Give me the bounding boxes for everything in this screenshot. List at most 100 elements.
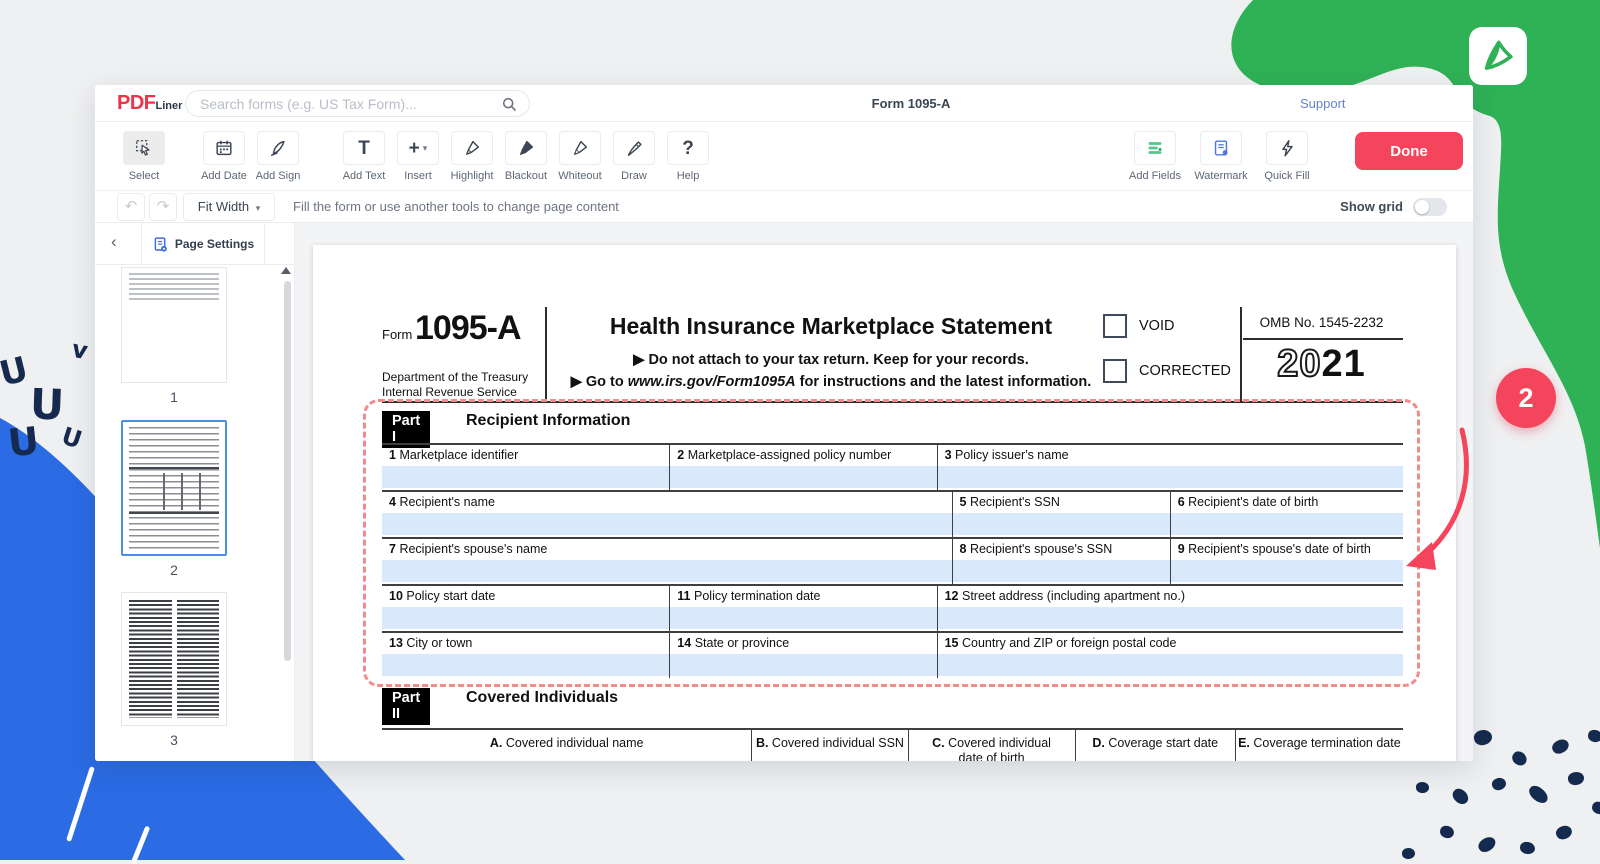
sidebar-scrollbar[interactable] [284,281,291,661]
tool-whiteout[interactable]: Whiteout [553,131,607,182]
add-fields-icon [1145,138,1165,158]
tool-add-sign[interactable]: Add Sign [251,131,305,182]
part2-box: Part II [382,688,430,725]
tool-select[interactable]: Select [117,131,171,182]
search-input[interactable] [200,91,495,116]
page-settings-icon [152,236,169,253]
editor-content: ‹ Page Settings 1 [95,223,1473,761]
input-field-9[interactable] [1171,560,1403,582]
input-field-6[interactable] [1171,513,1403,535]
show-grid-toggle[interactable] [1413,198,1447,216]
input-field-15[interactable] [938,654,1403,676]
step-arrow [1398,420,1482,580]
paint-mark-decoration: U [6,419,41,466]
page-number-3: 3 [121,732,227,748]
dot-decoration [1401,847,1415,860]
scroll-up-arrow[interactable] [281,267,291,274]
tool-watermark[interactable]: Watermark [1194,131,1248,182]
tool-add-date[interactable]: Add Date [197,131,251,182]
void-checkbox[interactable] [1103,314,1127,338]
plus-icon: + [409,139,420,158]
table-row: 7 Recipient's spouse's name 8 Recipient'… [382,537,1403,584]
logo-liner-text: Liner [156,100,183,112]
dot-decoration [1519,841,1536,855]
input-field-14[interactable] [670,654,936,676]
toolbar: Select Add Date Add Sign [95,122,1473,190]
dept-line-1: Department of the Treasury [382,370,528,384]
step-badge: 2 [1496,368,1556,428]
page-thumbnail-1[interactable] [121,267,227,383]
pdf-page: Form 1095-A Health Insurance Marketplace… [313,245,1456,761]
tool-blackout[interactable]: Blackout [499,131,553,182]
app-window: PDFLiner Form 1095-A Support Select [95,85,1473,761]
tool-quick-fill[interactable]: Quick Fill [1260,131,1314,182]
table-row: 10 Policy start date 11 Policy terminati… [382,584,1403,631]
part1-table: 1 Marketplace identifier 2 Marketplace-a… [382,443,1403,678]
input-field-2[interactable] [670,466,936,488]
corrected-checkbox[interactable] [1103,359,1127,383]
page-thumbnail-3[interactable] [121,592,227,726]
form-note-1: ▶ Do not attach to your tax return. Keep… [553,352,1109,368]
form-title: Health Insurance Marketplace Statement [553,313,1109,340]
table-row: 4 Recipient's name 5 Recipient's SSN 6 R… [382,490,1403,537]
input-field-10[interactable] [382,607,669,629]
dot-decoration [1554,823,1574,842]
page-settings-tab[interactable]: Page Settings [141,223,265,265]
tool-add-fields[interactable]: Add Fields [1128,131,1182,182]
redo-button[interactable]: ↷ [149,193,177,221]
text-icon: T [358,139,370,158]
table-row: 13 City or town 14 State or province 15 … [382,631,1403,678]
page-number-1: 1 [121,389,227,405]
page-thumbnail-2-selected[interactable] [121,420,227,556]
calendar-icon [214,138,234,158]
search-bar[interactable] [185,90,530,117]
acrobat-logo-icon [1469,27,1527,85]
form-word: Form [382,327,412,342]
chevron-down-icon: ▾ [256,203,261,213]
pages-sidebar: ‹ Page Settings 1 [95,223,295,761]
lightning-icon [1277,138,1297,158]
input-field-4[interactable] [382,513,952,535]
watermark-icon [1211,138,1231,158]
support-link[interactable]: Support [1300,96,1346,111]
select-cursor-icon [134,138,154,158]
done-button[interactable]: Done [1355,132,1463,170]
input-field-3[interactable] [938,466,1403,488]
dot-decoration [1476,834,1498,855]
dot-decoration [1439,824,1456,839]
hint-text: Fill the form or use another tools to ch… [293,191,619,222]
pdfliner-logo[interactable]: PDFLiner [117,92,182,115]
input-field-11[interactable] [670,607,936,629]
collapse-sidebar-button[interactable]: ‹ [111,232,117,252]
input-field-8[interactable] [953,560,1170,582]
chevron-down-icon: ▾ [423,143,428,154]
tool-highlight[interactable]: Highlight [445,131,499,182]
dept-line-2: Internal Revenue Service [382,385,517,399]
tool-add-text[interactable]: T Add Text [337,131,391,182]
document-title: Form 1095-A [872,96,951,111]
zoom-mode-dropdown[interactable]: Fit Width ▾ [183,193,275,221]
sub-toolbar: ↶ ↷ Fit Width ▾ Fill the form or use ano… [95,190,1473,223]
app-header: PDFLiner Form 1095-A Support [95,85,1473,122]
page-number-2: 2 [121,562,227,578]
dot-decoration [1590,800,1600,816]
void-label: VOID [1139,318,1174,334]
highlight-brush-icon [462,138,482,158]
input-field-13[interactable] [382,654,669,676]
input-field-1[interactable] [382,466,669,488]
question-icon: ? [682,139,694,158]
tool-help[interactable]: ? Help [661,131,715,182]
logo-pdf-text: PDF [117,92,156,114]
input-field-12[interactable] [938,607,1403,629]
draw-pen-icon [624,138,644,158]
form-number: 1095-A [415,309,521,348]
dot-decoration [1416,782,1429,793]
search-icon[interactable] [501,96,517,112]
undo-button[interactable]: ↶ [117,193,145,221]
input-field-5[interactable] [953,513,1170,535]
input-field-7[interactable] [382,560,952,582]
tool-insert[interactable]: +▾ Insert [391,131,445,182]
show-grid-label: Show grid [1340,199,1403,214]
tool-draw[interactable]: Draw [607,131,661,182]
part2-title: Covered Individuals [466,689,618,707]
